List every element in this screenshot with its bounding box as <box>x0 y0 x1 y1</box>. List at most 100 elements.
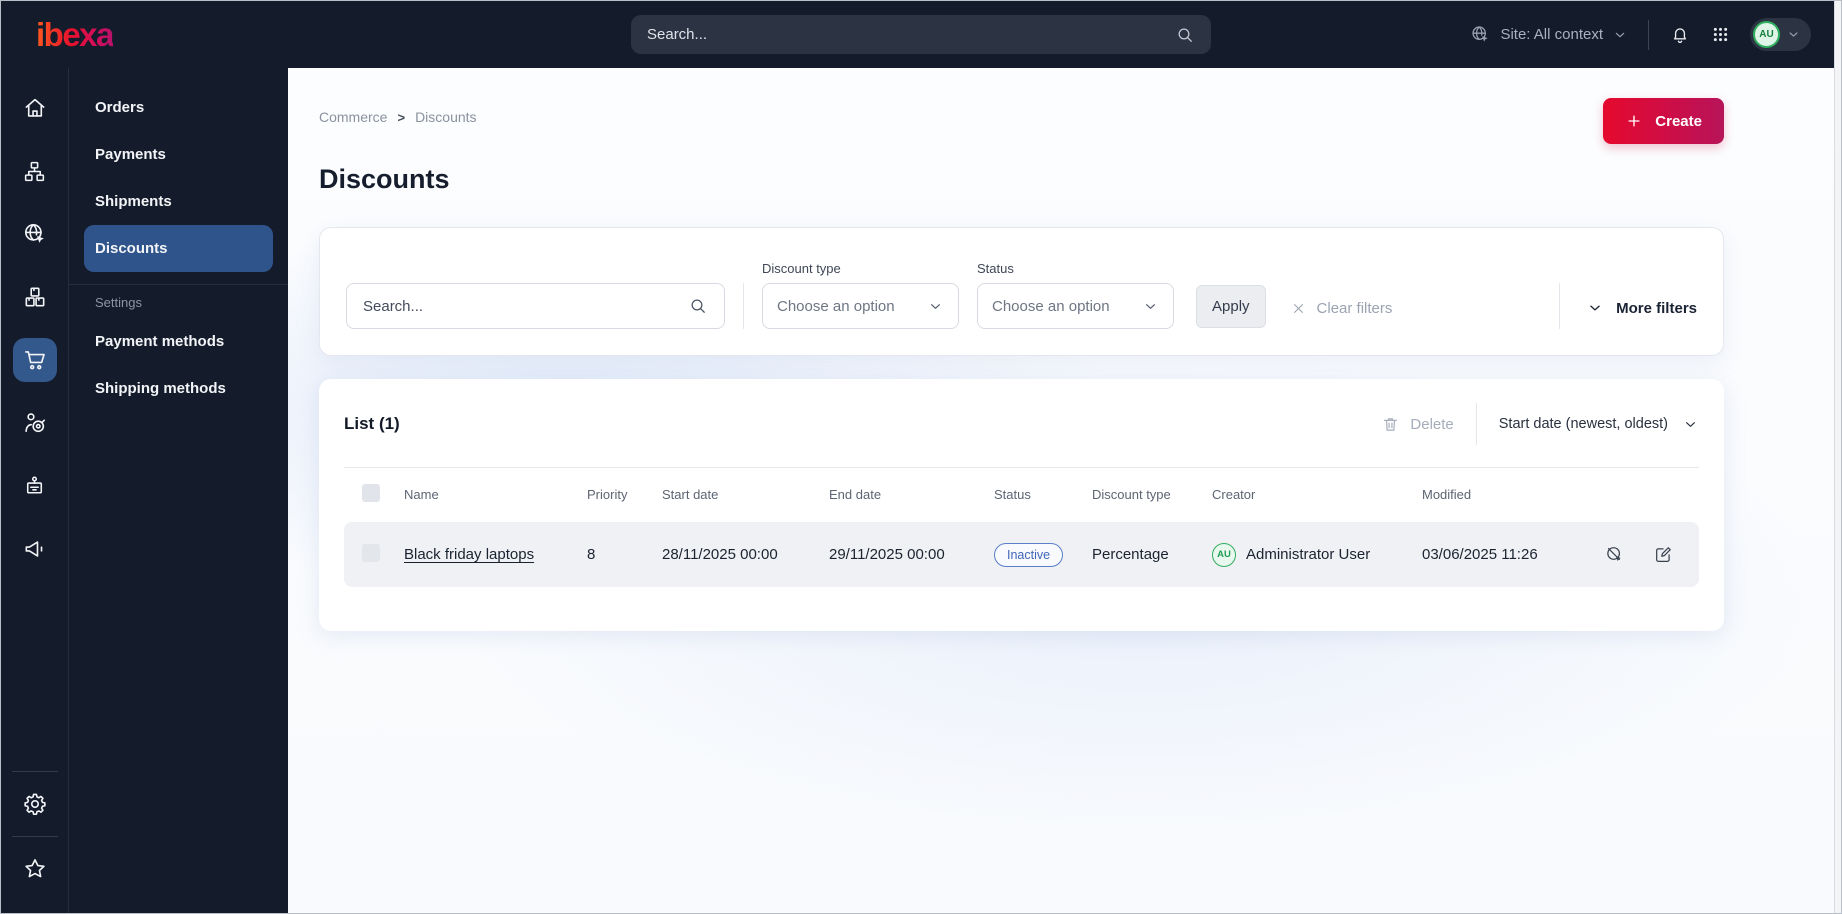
sort-selector-label: Start date (newest, oldest) <box>1498 416 1668 432</box>
notifications-button[interactable] <box>1669 24 1691 46</box>
create-button[interactable]: Create <box>1603 98 1724 144</box>
edit-icon <box>1656 547 1671 562</box>
sidebar-section-label: Settings <box>95 295 142 310</box>
avatar: AU <box>1753 21 1780 48</box>
global-search[interactable] <box>631 15 1211 54</box>
discount-type-label: Discount type <box>762 261 841 276</box>
sidebar-item-shipments[interactable]: Shipments <box>84 178 273 225</box>
cart-icon <box>24 351 45 370</box>
globe-slash-icon <box>1607 547 1621 562</box>
rail-item-bookmarks[interactable] <box>13 847 57 891</box>
rail-divider <box>11 836 58 837</box>
creator-avatar: AU <box>1212 542 1236 567</box>
megaphone-icon <box>25 541 42 557</box>
badge-icon <box>26 475 43 494</box>
column-header-status: Status <box>994 486 1031 502</box>
chevron-down-icon <box>1615 32 1625 37</box>
filter-search-input[interactable] <box>363 297 688 315</box>
ibexa-logo[interactable]: ibexa <box>36 18 114 51</box>
column-header-discount-type: Discount type <box>1092 486 1171 502</box>
rail-item-products[interactable] <box>13 275 57 319</box>
home-icon <box>25 98 44 117</box>
sidebar-item-label: Payments <box>95 146 166 163</box>
sidebar-item-payments[interactable]: Payments <box>84 131 273 178</box>
delete-button-label: Delete <box>1410 415 1454 433</box>
rail-item-settings[interactable] <box>13 782 57 826</box>
rail-item-campaigns[interactable] <box>13 527 57 571</box>
sidebar-divider <box>69 284 288 285</box>
row-start-date: 28/11/2025 00:00 <box>662 546 778 563</box>
list-divider <box>344 467 1699 468</box>
sidebar-item-label: Payment methods <box>95 333 225 350</box>
site-context-selector[interactable]: Site: All context <box>1470 24 1628 45</box>
sidebar-item-label: Orders <box>95 99 145 116</box>
row-priority: 8 <box>587 546 596 563</box>
app-switcher-button[interactable] <box>1711 25 1730 44</box>
sidebar-item-discounts[interactable]: Discounts <box>84 225 273 272</box>
status-label: Status <box>977 261 1014 276</box>
rail-item-site-context[interactable] <box>13 212 57 256</box>
row-checkbox[interactable] <box>362 543 380 562</box>
star-icon <box>24 859 45 878</box>
commerce-sidebar: Orders Payments Shipments Discounts Sett… <box>68 68 288 913</box>
edit-button[interactable] <box>1653 544 1674 565</box>
table-header: Name Priority Start date End date Status… <box>344 478 1699 510</box>
column-header-start-date: Start date <box>662 486 719 502</box>
main-content: Commerce > Discounts Create Discounts Se… <box>288 68 1841 913</box>
apply-button[interactable]: Apply <box>1196 285 1266 328</box>
chevron-down-icon <box>931 303 940 309</box>
sitemap-icon <box>24 161 45 181</box>
sort-selector[interactable]: Start date (newest, oldest) <box>1499 416 1699 433</box>
filter-divider <box>743 283 744 329</box>
discount-type-value: Choose an option <box>777 297 895 315</box>
table-row[interactable]: Black friday laptops 8 28/11/2025 00:00 … <box>344 522 1699 587</box>
creator-name: Administrator User <box>1246 546 1371 563</box>
more-filters-button[interactable]: More filters <box>1586 299 1697 317</box>
user-menu[interactable]: AU <box>1750 18 1811 51</box>
globe-cursor-icon <box>24 223 44 243</box>
delete-button[interactable]: Delete <box>1381 415 1454 434</box>
column-header-name: Name <box>404 486 439 502</box>
discounts-list: List (1) Delete Start date (newest, olde… <box>319 379 1724 631</box>
sidebar-item-label: Shipments <box>95 193 172 210</box>
breadcrumb-commerce[interactable]: Commerce <box>319 109 387 125</box>
chevron-down-icon <box>1590 305 1600 311</box>
rail-item-commerce[interactable] <box>12 338 57 382</box>
clear-filters-button[interactable]: Clear filters <box>1290 300 1393 317</box>
chevron-down-icon <box>1686 421 1695 427</box>
chevron-down-icon <box>1146 303 1155 309</box>
status-select[interactable]: Choose an option <box>977 283 1174 329</box>
status-value: Choose an option <box>992 297 1110 315</box>
scrollbar[interactable] <box>1834 1 1841 913</box>
search-icon <box>1178 28 1192 42</box>
preview-disabled-button[interactable] <box>1604 544 1625 565</box>
list-head-divider <box>1475 403 1477 445</box>
row-end-date: 29/11/2025 00:00 <box>829 546 945 563</box>
more-filters-label: More filters <box>1616 299 1697 317</box>
sidebar-item-label: Discounts <box>95 240 168 257</box>
site-context-label: Site: All context <box>1500 26 1603 43</box>
sidebar-item-orders[interactable]: Orders <box>84 84 273 131</box>
filter-search[interactable] <box>346 283 725 329</box>
sidebar-item-payment-methods[interactable]: Payment methods <box>84 318 273 365</box>
breadcrumb: Commerce > Discounts <box>319 109 477 125</box>
boxes-icon <box>25 287 44 307</box>
rail-item-dashboard[interactable] <box>13 86 57 130</box>
rail-item-personalization[interactable] <box>13 401 57 445</box>
clear-filters-label: Clear filters <box>1316 300 1393 317</box>
discount-name-link[interactable]: Black friday laptops <box>404 546 534 563</box>
column-header-creator: Creator <box>1212 486 1256 502</box>
sidebar-item-shipping-methods[interactable]: Shipping methods <box>84 365 273 412</box>
globe-cursor-icon <box>1472 26 1489 42</box>
topbar-actions: Site: All context AU <box>1470 18 1811 51</box>
select-all-checkbox[interactable] <box>362 483 380 502</box>
global-search-input[interactable] <box>647 26 1175 43</box>
topbar-divider <box>1648 19 1649 50</box>
breadcrumb-discounts[interactable]: Discounts <box>415 109 476 125</box>
rail-item-content[interactable] <box>13 149 57 193</box>
bell-icon <box>1673 27 1687 43</box>
x-icon <box>1293 304 1303 313</box>
rail-item-customers[interactable] <box>13 464 57 508</box>
discount-type-select[interactable]: Choose an option <box>762 283 959 329</box>
chevron-down-icon <box>1789 32 1798 37</box>
